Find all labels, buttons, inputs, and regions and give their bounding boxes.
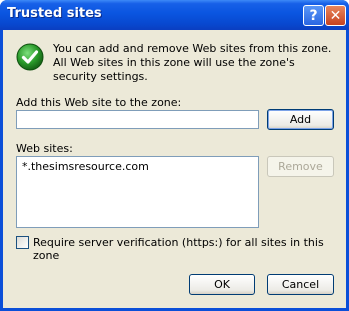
close-icon: ✕ bbox=[329, 7, 342, 24]
close-button[interactable]: ✕ bbox=[325, 5, 346, 26]
add-button[interactable]: Add bbox=[267, 109, 334, 130]
add-site-input[interactable] bbox=[16, 110, 259, 129]
help-button[interactable]: ? bbox=[303, 5, 324, 26]
websites-list[interactable]: *.thesimsresource.com bbox=[16, 156, 259, 228]
add-site-label: Add this Web site to the zone: bbox=[16, 96, 182, 109]
ok-button[interactable]: OK bbox=[189, 274, 255, 295]
add-button-label: Add bbox=[289, 113, 312, 126]
info-text: You can add and remove Web sites from th… bbox=[53, 42, 332, 83]
websites-label: Web sites: bbox=[16, 142, 73, 155]
website-list-item[interactable]: *.thesimsresource.com bbox=[22, 160, 149, 173]
title-bar[interactable]: Trusted sites ? ✕ bbox=[0, 0, 349, 30]
remove-button[interactable]: Remove bbox=[267, 156, 334, 177]
remove-button-label: Remove bbox=[278, 160, 323, 173]
dialog-body: You can add and remove Web sites from th… bbox=[3, 30, 346, 308]
https-verification-checkbox[interactable] bbox=[16, 236, 29, 249]
help-icon: ? bbox=[309, 7, 318, 24]
cancel-button[interactable]: Cancel bbox=[267, 274, 334, 295]
window-title: Trusted sites bbox=[7, 6, 102, 21]
https-verification-label: Require server verification (https:) for… bbox=[33, 236, 324, 262]
cancel-button-label: Cancel bbox=[281, 278, 320, 291]
trusted-sites-dialog: Trusted sites ? ✕ You can add and remove… bbox=[0, 0, 349, 311]
ok-button-label: OK bbox=[214, 278, 230, 291]
check-shield-icon bbox=[16, 43, 44, 71]
